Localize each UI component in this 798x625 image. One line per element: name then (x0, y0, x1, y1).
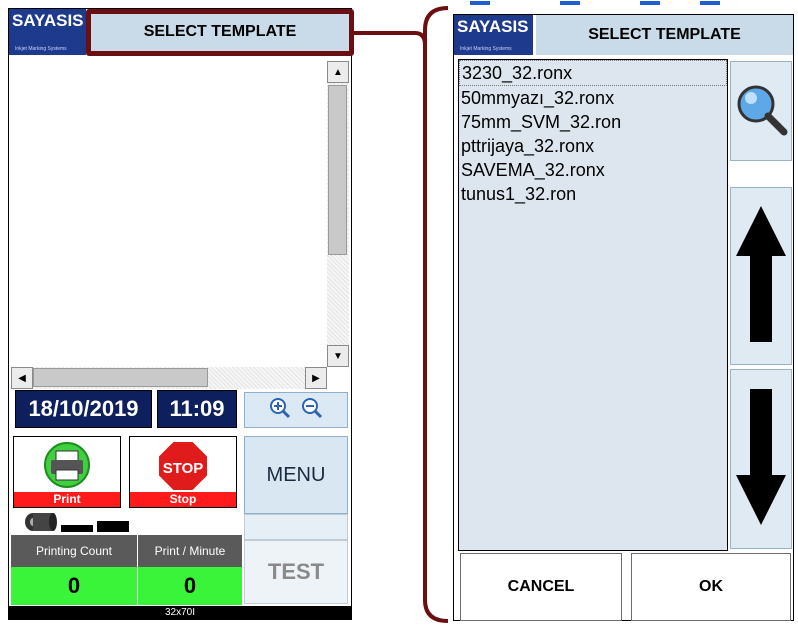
template-preview-area (11, 57, 327, 363)
template-item[interactable]: 75mm_SVM_32.ron (459, 110, 727, 134)
template-item[interactable]: pttrijaya_32.ronx (459, 134, 727, 158)
date-display: 18/10/2019 (15, 390, 152, 428)
brand-logo-right: SAYASIS Inkjet Marking Systems (454, 15, 533, 55)
template-item[interactable]: tunus1_32.ron (459, 182, 727, 206)
logo-text-right: SAYASIS (457, 17, 529, 36)
zoom-out-icon[interactable] (301, 397, 323, 424)
ink-roll-icon (23, 511, 57, 533)
scroll-up-button[interactable]: ▲ (327, 61, 349, 83)
print-button[interactable]: Print (13, 436, 121, 508)
menu-button[interactable]: MENU (244, 436, 348, 514)
horizontal-scroll-track[interactable] (33, 367, 305, 389)
select-template-dialog: SAYASIS Inkjet Marking Systems SELECT TE… (453, 14, 794, 621)
logo-text: SAYASIS (12, 11, 84, 30)
scroll-up-list-button[interactable] (730, 187, 792, 365)
logo-subtext: Inkjet Marking Systems (15, 46, 67, 52)
stop-button[interactable]: STOP Stop (129, 436, 237, 508)
printer-icon (42, 441, 92, 489)
test-button[interactable]: TEST (244, 540, 348, 604)
title-highlight-frame (86, 9, 354, 56)
arrow-up-icon (735, 204, 787, 349)
ink-level-bar-2 (97, 521, 129, 532)
printing-count-value: 0 (11, 567, 137, 605)
zoom-in-icon[interactable] (269, 397, 291, 424)
zoom-controls (244, 392, 348, 428)
scroll-down-button[interactable]: ▼ (327, 345, 349, 367)
template-item[interactable]: 50mmyazı_32.ronx (459, 86, 727, 110)
magnifier-icon (734, 82, 788, 141)
print-per-minute-value: 0 (138, 567, 242, 605)
dialog-title: SELECT TEMPLATE (536, 15, 793, 55)
scroll-down-list-button[interactable] (730, 369, 792, 549)
stop-label: Stop (130, 492, 236, 507)
vertical-scroll-thumb[interactable] (328, 85, 347, 255)
stop-sign-icon: STOP (156, 440, 210, 492)
scroll-right-button[interactable]: ▶ (305, 367, 327, 389)
printer-main-screen: SAYASIS Inkjet Marking Systems SELECT TE… (8, 8, 352, 620)
brand-logo: SAYASIS Inkjet Marking Systems (9, 9, 86, 55)
time-display: 11:09 (157, 390, 237, 428)
print-label: Print (14, 492, 120, 507)
logo-subtext-right: Inkjet Marking Systems (460, 46, 512, 52)
status-bar: 32x70I (9, 606, 351, 619)
ok-button[interactable]: OK (631, 553, 791, 621)
scroll-left-button[interactable]: ◀ (11, 367, 33, 389)
vertical-scroll-track[interactable] (327, 83, 349, 345)
template-list[interactable]: 3230_32.ronx 50mmyazı_32.ronx 75mm_SVM_3… (458, 59, 728, 551)
search-button[interactable] (730, 61, 792, 161)
template-item[interactable]: SAVEMA_32.ronx (459, 158, 727, 182)
print-per-minute-label: Print / Minute (138, 535, 242, 567)
template-item[interactable]: 3230_32.ronx (459, 60, 727, 86)
menu-spacer (244, 514, 348, 540)
ink-level-bar (61, 525, 93, 532)
stop-sign-text: STOP (163, 460, 204, 477)
cancel-button[interactable]: CANCEL (460, 553, 622, 621)
horizontal-scroll-thumb[interactable] (33, 368, 208, 387)
arrow-down-icon (735, 387, 787, 532)
printing-count-label: Printing Count (11, 535, 137, 567)
